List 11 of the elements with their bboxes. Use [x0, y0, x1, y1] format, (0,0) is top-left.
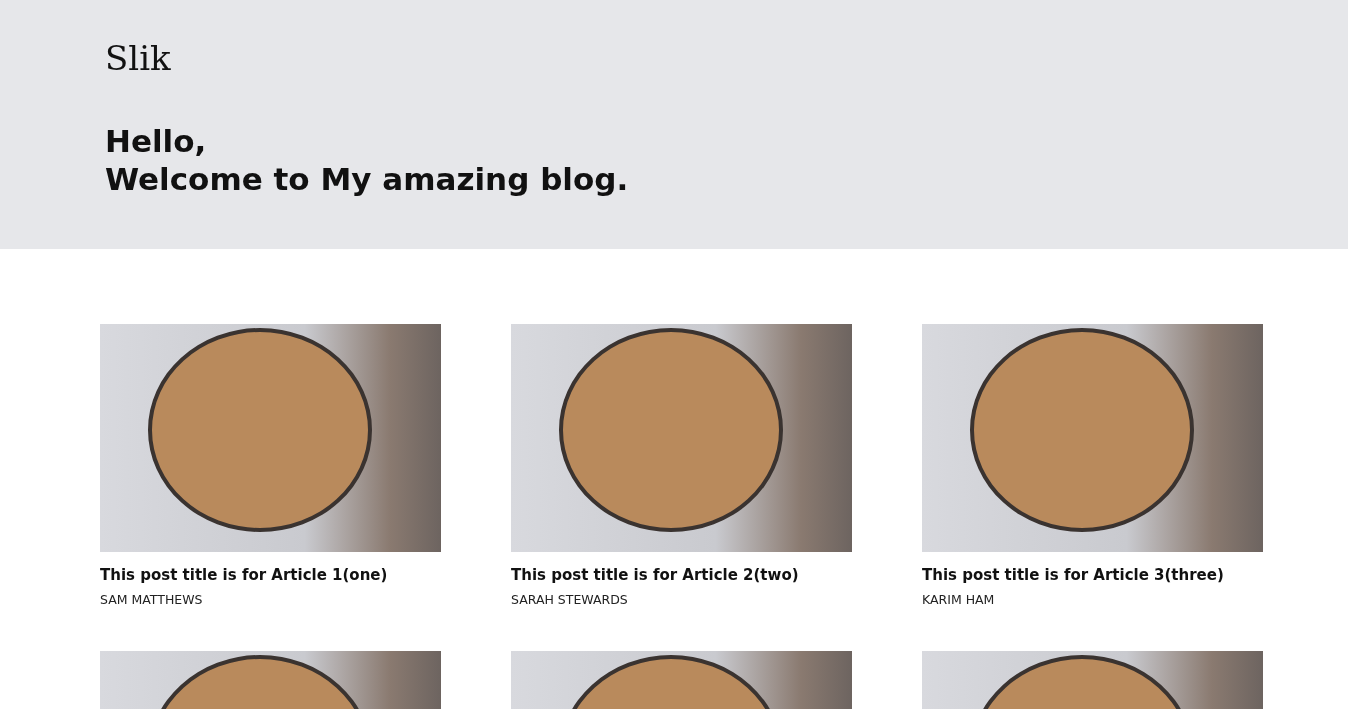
post-title[interactable]: This post title is for Article 2(two)	[511, 566, 852, 584]
site-logo[interactable]: Slik	[105, 38, 171, 78]
post-author: SARAH STEWARDS	[511, 592, 629, 607]
photo-placeholder[interactable]	[100, 324, 441, 552]
welcome-heading: Hello, Welcome to My amazing blog.	[105, 122, 630, 198]
photo-placeholder[interactable]	[511, 324, 852, 552]
post-author: KARIM HAM	[922, 592, 996, 607]
post-title[interactable]: This post title is for Article 1(one)	[100, 566, 441, 584]
post-title[interactable]: This post title is for Article 3(three)	[922, 566, 1263, 584]
photo-placeholder[interactable]	[922, 324, 1263, 552]
post-author: SAM MATTHEWS	[100, 592, 204, 607]
